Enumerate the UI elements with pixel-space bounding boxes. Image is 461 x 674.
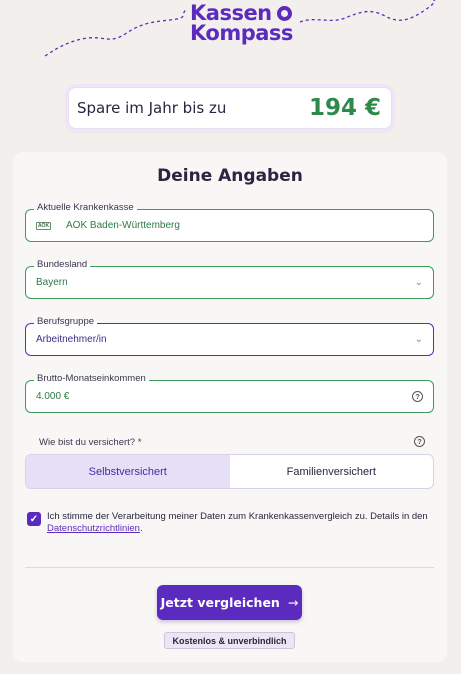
insured-toggle: Selbstversichert Familienversichert <box>25 454 434 489</box>
insurer-value: AOK Baden-Württemberg <box>66 220 180 231</box>
profession-label: Berufsgruppe <box>34 316 98 328</box>
brand-line1: Kassen <box>190 1 272 25</box>
profession-value: Arbeitnehmer/in <box>36 334 107 345</box>
insurer-field[interactable]: Aktuelle Krankenkasse AOK AOK Baden-Würt… <box>25 202 434 242</box>
chevron-down-icon: ⌄ <box>414 277 423 288</box>
consent-text: Ich stimme der Verarbeitung meiner Daten… <box>47 511 432 535</box>
income-label: Brutto-Monatseinkommen <box>34 373 149 385</box>
help-icon[interactable]: ? <box>412 391 423 402</box>
profession-select[interactable]: Berufsgruppe Arbeitnehmer/in ⌄ <box>25 316 434 356</box>
arrow-right-icon: → <box>287 595 299 610</box>
state-value: Bayern <box>36 277 68 288</box>
compare-button[interactable]: Jetzt vergleichen → <box>157 585 302 620</box>
consent-main-text: Ich stimme der Verarbeitung meiner Daten… <box>47 511 428 522</box>
aok-logo-text: AOK <box>37 222 50 229</box>
aok-logo-icon: AOK <box>36 221 51 230</box>
compare-button-label: Jetzt vergleichen <box>160 595 280 610</box>
brand-line2: Kompass <box>190 21 293 45</box>
compass-icon <box>276 5 292 21</box>
form-title: Deine Angaben <box>157 166 303 186</box>
state-label: Bundesland <box>34 259 91 271</box>
divider <box>25 567 434 568</box>
form-card: Deine Angaben Aktuelle Krankenkasse AOK … <box>13 152 447 662</box>
chevron-down-icon: ⌄ <box>414 334 423 345</box>
option-selbstversichert[interactable]: Selbstversichert <box>26 455 230 488</box>
help-icon[interactable]: ? <box>414 436 425 447</box>
income-input[interactable]: Brutto-Monatseinkommen 4.000 € ? <box>25 373 434 413</box>
privacy-link[interactable]: Datenschutzrichtlinien <box>47 523 140 534</box>
header: Kassen Kompass <box>0 0 461 70</box>
insured-question: Wie bist du versichert? * <box>39 437 142 448</box>
insurer-label: Aktuelle Krankenkasse <box>34 202 137 214</box>
consent-suffix: . <box>139 523 143 534</box>
option-familienversichert[interactable]: Familienversichert <box>230 455 434 488</box>
state-select[interactable]: Bundesland Bayern ⌄ <box>25 259 434 299</box>
brand-logo[interactable]: Kassen Kompass <box>190 1 300 45</box>
consent-row: ✓ Ich stimme der Verarbeitung meiner Dat… <box>27 511 432 535</box>
savings-banner: Spare im Jahr bis zu 194 € <box>68 87 392 129</box>
income-value: 4.000 € <box>36 391 70 402</box>
free-badge: Kostenlos & unverbindlich <box>164 632 295 649</box>
savings-value: 194 € <box>308 95 381 121</box>
savings-label: Spare im Jahr bis zu <box>77 99 227 117</box>
consent-checkbox[interactable]: ✓ <box>27 512 41 526</box>
